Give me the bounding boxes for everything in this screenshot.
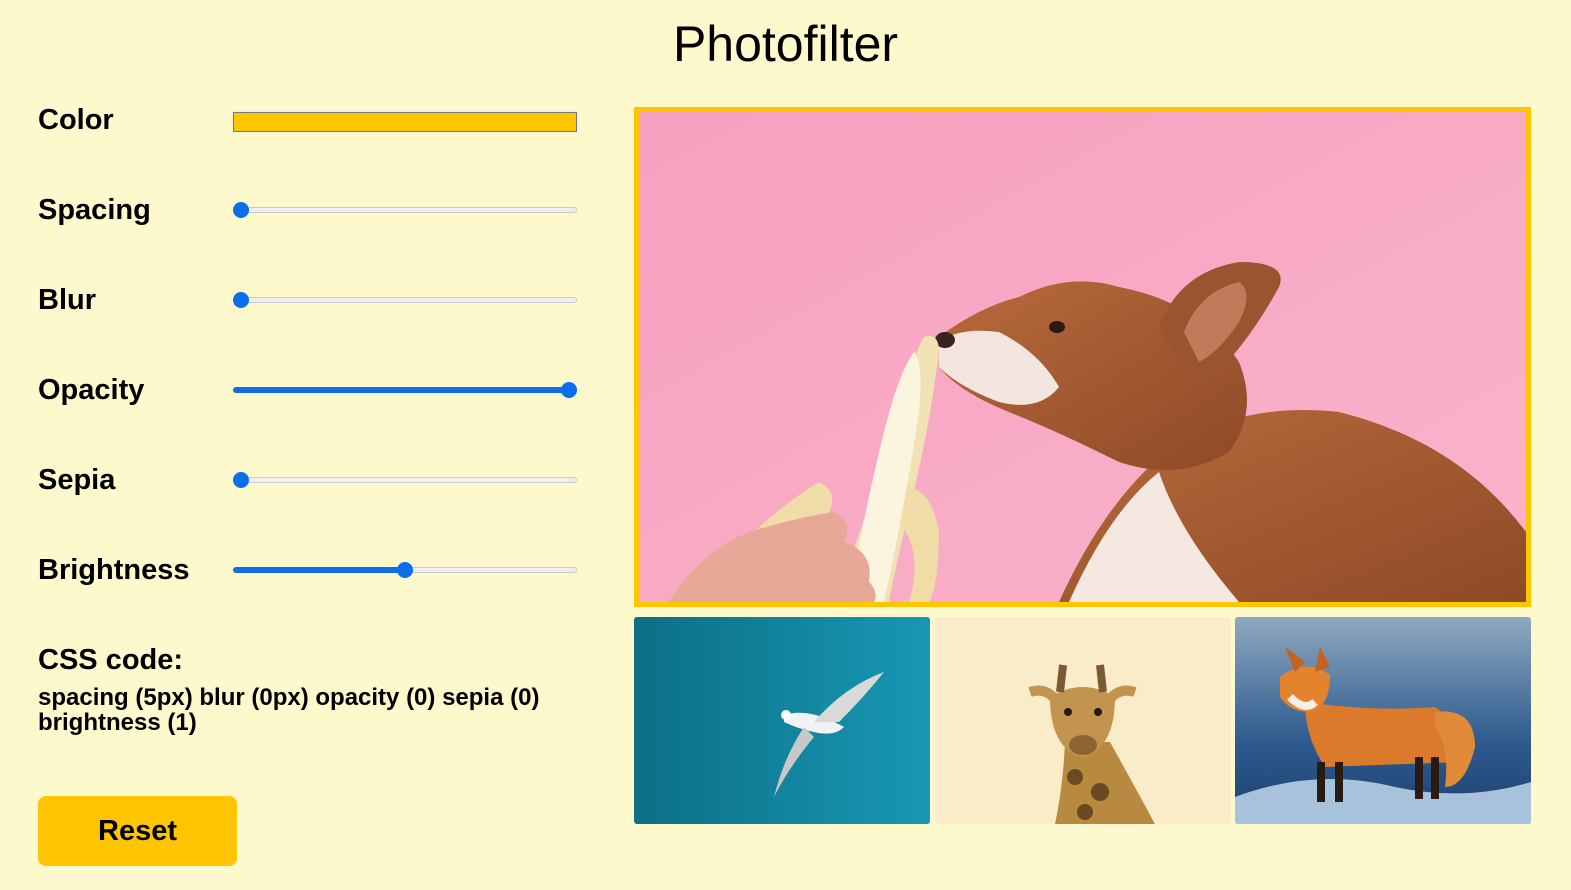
thumbnail-giraffe[interactable] xyxy=(935,617,1231,824)
brightness-label: Brightness xyxy=(38,554,190,586)
opacity-label: Opacity xyxy=(38,374,145,406)
dog-banana-photo xyxy=(639,112,1526,602)
reset-button[interactable]: Reset xyxy=(38,796,237,866)
fox-photo xyxy=(1235,617,1531,824)
slider-track xyxy=(233,207,577,213)
thumbnail-fox[interactable] xyxy=(1235,617,1531,824)
seagull-photo xyxy=(634,617,930,824)
giraffe-photo xyxy=(935,617,1231,824)
main-preview-image xyxy=(634,107,1531,607)
sepia-row: Sepia xyxy=(38,460,583,500)
opacity-row: Opacity xyxy=(38,370,583,410)
slider-fill xyxy=(233,567,405,573)
page-title: Photofilter xyxy=(672,16,899,72)
slider-thumb[interactable] xyxy=(233,292,249,308)
sepia-slider[interactable] xyxy=(233,472,577,488)
brightness-slider[interactable] xyxy=(233,562,577,578)
color-label: Color xyxy=(38,104,114,136)
blur-slider[interactable] xyxy=(233,292,577,308)
color-picker[interactable] xyxy=(233,112,577,132)
photofilter-page: Photofilter Color Spacing Blur Opacity S… xyxy=(0,0,1571,890)
slider-fill xyxy=(233,387,569,393)
brightness-row: Brightness xyxy=(38,550,583,590)
blur-label: Blur xyxy=(38,284,96,316)
opacity-slider[interactable] xyxy=(233,382,577,398)
blur-row: Blur xyxy=(38,280,583,320)
sepia-label: Sepia xyxy=(38,464,116,496)
spacing-row: Spacing xyxy=(38,190,583,230)
css-code-output: spacing (5px) blur (0px) opacity (0) sep… xyxy=(38,684,540,736)
slider-track xyxy=(233,297,577,303)
slider-thumb[interactable] xyxy=(233,472,249,488)
slider-track xyxy=(233,477,577,483)
spacing-slider[interactable] xyxy=(233,202,577,218)
spacing-label: Spacing xyxy=(38,194,151,226)
thumbnail-seagull[interactable] xyxy=(634,617,930,824)
slider-thumb[interactable] xyxy=(233,202,249,218)
css-code-label: CSS code: xyxy=(38,644,184,676)
color-row: Color xyxy=(38,100,583,140)
slider-thumb[interactable] xyxy=(397,562,413,578)
slider-thumb[interactable] xyxy=(561,382,577,398)
